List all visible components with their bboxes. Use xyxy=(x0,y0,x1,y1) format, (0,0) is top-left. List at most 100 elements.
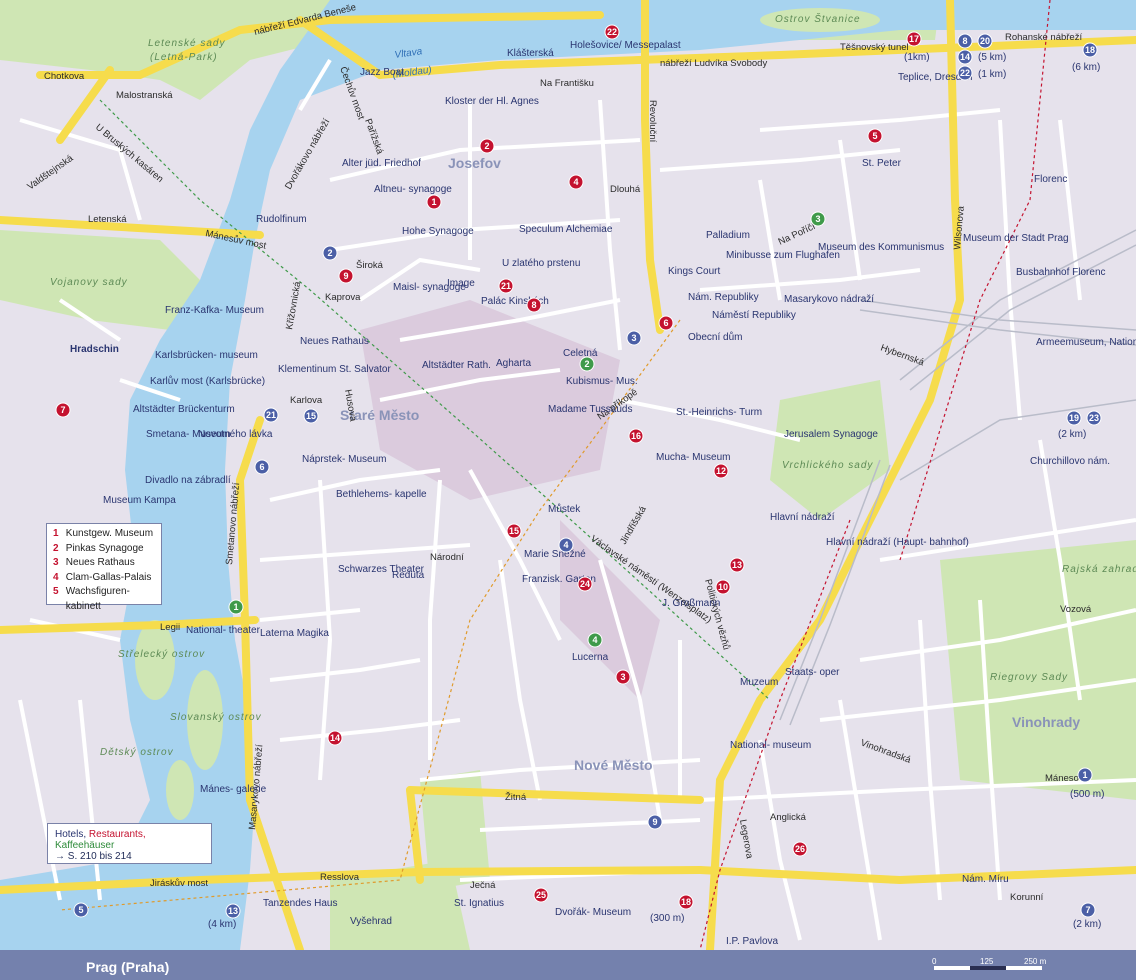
red-marker-22[interactable]: 22 xyxy=(604,24,620,40)
blue-marker-number: 1 xyxy=(1082,770,1087,780)
poi-label: Alter jüd. Friedhof xyxy=(342,158,421,169)
poi-label: Nám. Republiky xyxy=(688,292,759,303)
red-marker-6[interactable]: 6 xyxy=(658,315,674,331)
blue-marker-1[interactable]: 1 xyxy=(1077,767,1093,783)
poi-label: J. Großmann xyxy=(662,598,720,609)
green-marker-2[interactable]: 2 xyxy=(579,356,595,372)
park-letna: (Letná-Park) xyxy=(150,52,218,63)
blue-marker-number: 5 xyxy=(78,905,83,915)
legend-label: Pinkas Synagoge xyxy=(65,542,144,554)
blue-marker-7[interactable]: 7 xyxy=(1080,902,1096,918)
blue-marker-19[interactable]: 19 xyxy=(1066,410,1082,426)
poi-label: Jazz Boat xyxy=(360,67,404,78)
green-marker-3[interactable]: 3 xyxy=(810,211,826,227)
blue-marker-2[interactable]: 2 xyxy=(322,245,338,261)
blue-marker-5[interactable]: 5 xyxy=(73,902,89,918)
poi-label: Holešovice/ Messepalast xyxy=(570,40,681,51)
blue-marker-number: 14 xyxy=(960,52,970,62)
red-marker-5[interactable]: 5 xyxy=(867,128,883,144)
blue-marker-4[interactable]: 4 xyxy=(558,537,574,553)
red-marker-16[interactable]: 16 xyxy=(628,428,644,444)
blue-marker-9[interactable]: 9 xyxy=(647,814,663,830)
poi-label: Churchillovo nám. xyxy=(1030,456,1110,467)
poi-label: National- museum xyxy=(730,740,811,751)
red-marker-10[interactable]: 10 xyxy=(715,579,731,595)
red-marker-21[interactable]: 21 xyxy=(498,278,514,294)
blue-marker-20[interactable]: 20 xyxy=(977,33,993,49)
red-marker-number: 24 xyxy=(580,579,590,589)
red-marker-1[interactable]: 1 xyxy=(426,194,442,210)
legend-num: 4 xyxy=(53,571,59,583)
poi-label: Museum Kampa xyxy=(103,495,176,506)
red-marker-18[interactable]: 18 xyxy=(678,894,694,910)
blue-marker-number: 9 xyxy=(652,817,657,827)
note-label: (2 km) xyxy=(1073,919,1101,930)
blue-marker-15[interactable]: 15 xyxy=(303,408,319,424)
red-marker-13[interactable]: 13 xyxy=(729,557,745,573)
scale-segment xyxy=(970,966,1006,970)
blue-marker-22[interactable]: 22 xyxy=(957,65,973,81)
poi-label: Klementinum St. Salvator xyxy=(278,364,391,375)
red-marker-number: 13 xyxy=(732,560,742,570)
red-marker-14[interactable]: 14 xyxy=(327,730,343,746)
red-marker-15[interactable]: 15 xyxy=(506,523,522,539)
scale-label: 125 xyxy=(980,957,994,966)
blue-marker-21[interactable]: 21 xyxy=(263,407,279,423)
poi-label: Hohe Synagoge xyxy=(402,226,474,237)
poi-label: Nám. Míru xyxy=(962,874,1009,885)
red-marker-26[interactable]: 26 xyxy=(792,841,808,857)
poi-label: Novotného lávka xyxy=(198,429,273,440)
red-marker-9[interactable]: 9 xyxy=(338,268,354,284)
blue-marker-13[interactable]: 13 xyxy=(225,903,241,919)
city-map[interactable]: Josefov Staré Město Nové Město Vinohrady… xyxy=(0,0,1136,950)
scale-label: 0 xyxy=(932,957,937,966)
blue-marker-18[interactable]: 18 xyxy=(1082,42,1098,58)
red-marker-12[interactable]: 12 xyxy=(713,463,729,479)
poi-label: St. Peter xyxy=(862,158,902,169)
red-marker-4[interactable]: 4 xyxy=(568,174,584,190)
street-label: Anglická xyxy=(770,812,807,823)
poi-label: Klášterská xyxy=(507,48,554,59)
red-marker-24[interactable]: 24 xyxy=(577,576,593,592)
poi-label: Hlavní nádraží (Haupt- bahnhof) xyxy=(826,537,969,548)
legend-num: 3 xyxy=(53,557,59,568)
red-marker-8[interactable]: 8 xyxy=(526,297,542,313)
blue-marker-6[interactable]: 6 xyxy=(254,459,270,475)
red-marker-17[interactable]: 17 xyxy=(906,31,922,47)
blue-marker-3[interactable]: 3 xyxy=(626,330,642,346)
street-label: Národní xyxy=(430,552,464,563)
blue-marker-23[interactable]: 23 xyxy=(1086,410,1102,426)
blue-marker-number: 6 xyxy=(259,462,264,472)
red-marker-3[interactable]: 3 xyxy=(615,669,631,685)
legend-num: 1 xyxy=(53,528,59,539)
red-marker-7[interactable]: 7 xyxy=(55,402,71,418)
note-label: (1km) xyxy=(904,52,930,63)
poi-label: Armeemuseum, Nationale Gedenkstätte xyxy=(1036,337,1136,348)
street-label: Dlouhá xyxy=(610,184,641,195)
blue-marker-8[interactable]: 8 xyxy=(957,33,973,49)
hotels-info-box: Hotels, Restaurants, Kaffeehäuser → S. 2… xyxy=(47,823,212,864)
note-label: (6 km) xyxy=(1072,62,1100,73)
red-marker-number: 25 xyxy=(536,890,546,900)
red-marker-number: 18 xyxy=(681,897,691,907)
poi-label: Neues Rathaus xyxy=(300,336,369,347)
legend-box: 1 Kunstgew. Museum 2 Pinkas Synagoge 3 N… xyxy=(46,523,162,612)
green-marker-1[interactable]: 1 xyxy=(228,599,244,615)
red-marker-25[interactable]: 25 xyxy=(533,887,549,903)
poi-label: Náměstí Republiky xyxy=(712,310,796,321)
legend-num: 2 xyxy=(53,542,59,554)
cafes-label: Kaffeehäuser xyxy=(55,840,115,851)
blue-marker-14[interactable]: 14 xyxy=(957,49,973,65)
poi-label: Mucha- Museum xyxy=(656,452,730,463)
legend-label: Wachsfiguren- xyxy=(65,586,130,597)
poi-label: Tanzendes Haus xyxy=(263,898,338,909)
street-label: Široká xyxy=(356,260,384,271)
red-marker-number: 10 xyxy=(718,582,728,592)
blue-marker-number: 22 xyxy=(960,68,970,78)
green-marker-number: 4 xyxy=(592,635,597,645)
poi-label: Karlsbrücken- museum xyxy=(155,350,258,361)
green-marker-4[interactable]: 4 xyxy=(587,632,603,648)
legend-item: 5 Wachsfiguren- xyxy=(53,585,155,600)
red-marker-2[interactable]: 2 xyxy=(479,138,495,154)
legend-item: 3 Neues Rathaus xyxy=(53,556,155,571)
